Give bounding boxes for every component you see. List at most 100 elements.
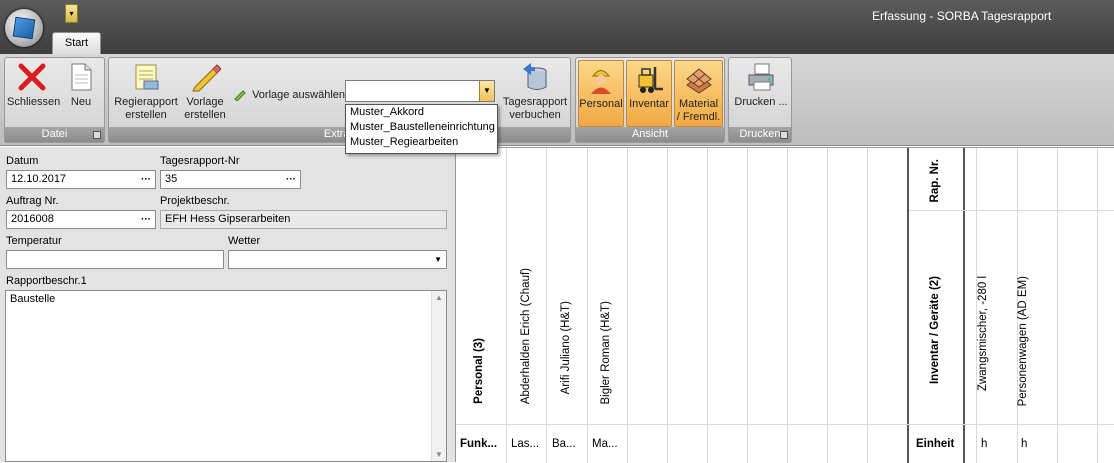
tagesrapport-nr-label: Tagesrapport-Nr bbox=[160, 155, 240, 167]
dropdown-option[interactable]: Muster_Regiearbeiten bbox=[346, 135, 497, 150]
tagesrapport-verbuchen-button[interactable]: Tagesrapport verbuchen bbox=[499, 61, 571, 122]
group-label-datei: Datei bbox=[5, 127, 104, 142]
inventar-header: Inventar / Geräte (2) bbox=[929, 276, 941, 385]
group-label-extras: Extras bbox=[109, 127, 570, 142]
material-view-button[interactable]: Material / Fremdl. bbox=[674, 60, 723, 127]
rapport-form: Datum 12.10.2017 ··· Tagesrapport-Nr 35 … bbox=[0, 147, 456, 462]
datum-field[interactable]: 12.10.2017 ··· bbox=[6, 170, 156, 189]
bricks-icon bbox=[685, 68, 712, 94]
inventar-cell[interactable]: h bbox=[981, 438, 987, 450]
vorlage-erstellen-button[interactable]: Vorlage erstellen bbox=[183, 61, 227, 122]
grid-divider bbox=[867, 148, 868, 463]
vorlage-label-2: erstellen bbox=[184, 109, 226, 121]
app-logo-icon bbox=[12, 16, 36, 40]
dropdown-option[interactable]: Muster_Baustelleneinrichtung bbox=[346, 120, 497, 135]
personal-label: Personal bbox=[579, 98, 623, 110]
grid-divider bbox=[907, 148, 909, 463]
worker-icon bbox=[591, 70, 611, 94]
forklift-icon bbox=[638, 67, 663, 93]
personal-column-header[interactable]: Abderhalden Erich (Chauf) bbox=[520, 268, 532, 404]
vorlage-dropdown-list: Muster_Akkord Muster_Baustelleneinrichtu… bbox=[345, 104, 498, 154]
drucken-button[interactable]: Drucken ... bbox=[731, 61, 791, 109]
regierapport-label-1: Regierapport bbox=[114, 96, 178, 108]
vorlage-auswaehlen-text: Vorlage auswählen bbox=[252, 89, 346, 101]
report-icon bbox=[135, 64, 159, 90]
personal-cell[interactable]: Ma... bbox=[592, 438, 618, 450]
application-menu-button[interactable] bbox=[5, 9, 43, 47]
personal-header: Personal (3) bbox=[473, 338, 485, 404]
rapportbeschr-textarea[interactable]: Baustelle ▲ ▼ bbox=[5, 290, 447, 462]
grid-divider bbox=[1057, 148, 1058, 463]
material-label-1: Material bbox=[678, 98, 719, 110]
temperatur-field[interactable] bbox=[6, 250, 224, 269]
grid-divider bbox=[546, 148, 547, 463]
group-drucken: Drucken ... Drucken bbox=[728, 57, 792, 143]
inventar-row-label: Einheit bbox=[916, 438, 955, 450]
tab-start[interactable]: Start bbox=[52, 32, 101, 55]
tagesrapport-nr-value: 35 bbox=[165, 173, 178, 185]
chevron-down-icon[interactable]: ▼ bbox=[479, 81, 494, 101]
personal-row-label: Funk... bbox=[460, 438, 498, 450]
personal-view-button[interactable]: Personal bbox=[578, 60, 624, 127]
quick-access-dropdown-icon[interactable]: ▾ bbox=[65, 4, 78, 23]
dialog-launcher-icon[interactable] bbox=[780, 131, 788, 139]
wetter-label: Wetter bbox=[228, 235, 261, 247]
group-datei: Schliessen Neu Datei bbox=[4, 57, 105, 143]
inventar-column-header[interactable]: Zwangsmischer, -280 l bbox=[977, 276, 989, 391]
title-bar: ▾ Erfassung - SORBA Tagesrapport Start bbox=[0, 0, 1114, 55]
dialog-launcher-icon[interactable] bbox=[93, 131, 101, 139]
ellipsis-button[interactable]: ··· bbox=[286, 171, 296, 188]
personal-column-header[interactable]: Bigler Roman (H&T) bbox=[600, 301, 612, 405]
grid-divider bbox=[456, 424, 1114, 425]
verbuchen-label-2: verbuchen bbox=[509, 109, 561, 121]
printer-icon bbox=[748, 63, 774, 91]
personal-cell[interactable]: Ba... bbox=[552, 438, 576, 450]
schliessen-label: Schliessen bbox=[7, 96, 61, 108]
vorlage-auswaehlen-label: Vorlage auswählen bbox=[233, 87, 346, 102]
group-label-ansicht: Ansicht bbox=[576, 127, 724, 142]
template-pencil-icon bbox=[234, 90, 246, 102]
scroll-down-icon[interactable]: ▼ bbox=[435, 450, 443, 459]
grid-divider bbox=[963, 148, 965, 463]
inventar-column-header[interactable]: Personenwagen (AD EM) bbox=[1017, 276, 1029, 406]
projektbeschr-label: Projektbeschr. bbox=[160, 195, 230, 207]
ellipsis-button[interactable]: ··· bbox=[141, 211, 151, 228]
grid-divider bbox=[747, 148, 748, 463]
vorlage-select[interactable]: ▼ bbox=[345, 80, 495, 102]
chevron-down-icon[interactable]: ▼ bbox=[434, 251, 442, 268]
grid-divider bbox=[627, 148, 628, 463]
neu-button[interactable]: Neu bbox=[63, 61, 99, 109]
datum-label: Datum bbox=[6, 155, 39, 167]
ribbon: Schliessen Neu Datei Regierapport erstel… bbox=[0, 54, 1114, 146]
close-icon bbox=[18, 63, 46, 91]
dropdown-option[interactable]: Muster_Akkord bbox=[346, 105, 497, 120]
pencil-icon bbox=[192, 64, 221, 92]
wetter-select[interactable]: ▼ bbox=[228, 250, 447, 269]
projektbeschr-field: EFH Hess Gipserarbeiten bbox=[160, 210, 447, 229]
drucken-label: Drucken ... bbox=[734, 96, 788, 108]
inventar-label: Inventar bbox=[629, 98, 669, 110]
tagesrapport-nr-field[interactable]: 35 ··· bbox=[160, 170, 301, 189]
verbuchen-label-1: Tagesrapport bbox=[502, 96, 568, 108]
neu-label: Neu bbox=[70, 96, 92, 108]
vertical-scrollbar[interactable]: ▲ ▼ bbox=[431, 291, 446, 461]
personal-column-header[interactable]: Arifi Juliano (H&T) bbox=[560, 301, 572, 394]
vorlage-label-1: Vorlage bbox=[186, 96, 224, 108]
grid-divider bbox=[787, 148, 788, 463]
grid-divider bbox=[1097, 148, 1098, 463]
regierapport-erstellen-button[interactable]: Regierapport erstellen bbox=[111, 61, 181, 122]
temperatur-label: Temperatur bbox=[6, 235, 62, 247]
personal-cell[interactable]: Las... bbox=[511, 438, 539, 450]
scroll-up-icon[interactable]: ▲ bbox=[435, 293, 443, 302]
grid-divider bbox=[506, 148, 507, 463]
grid-divider bbox=[587, 148, 588, 463]
new-document-icon bbox=[71, 63, 92, 91]
auftrag-nr-label: Auftrag Nr. bbox=[6, 195, 59, 207]
material-label-2: / Fremdl. bbox=[676, 111, 721, 123]
inventar-cell[interactable]: h bbox=[1021, 438, 1027, 450]
auftrag-nr-field[interactable]: 2016008 ··· bbox=[6, 210, 156, 229]
inventar-view-button[interactable]: Inventar bbox=[626, 60, 672, 127]
schliessen-button[interactable]: Schliessen bbox=[7, 61, 61, 109]
grid-divider bbox=[827, 148, 828, 463]
ellipsis-button[interactable]: ··· bbox=[141, 171, 151, 188]
